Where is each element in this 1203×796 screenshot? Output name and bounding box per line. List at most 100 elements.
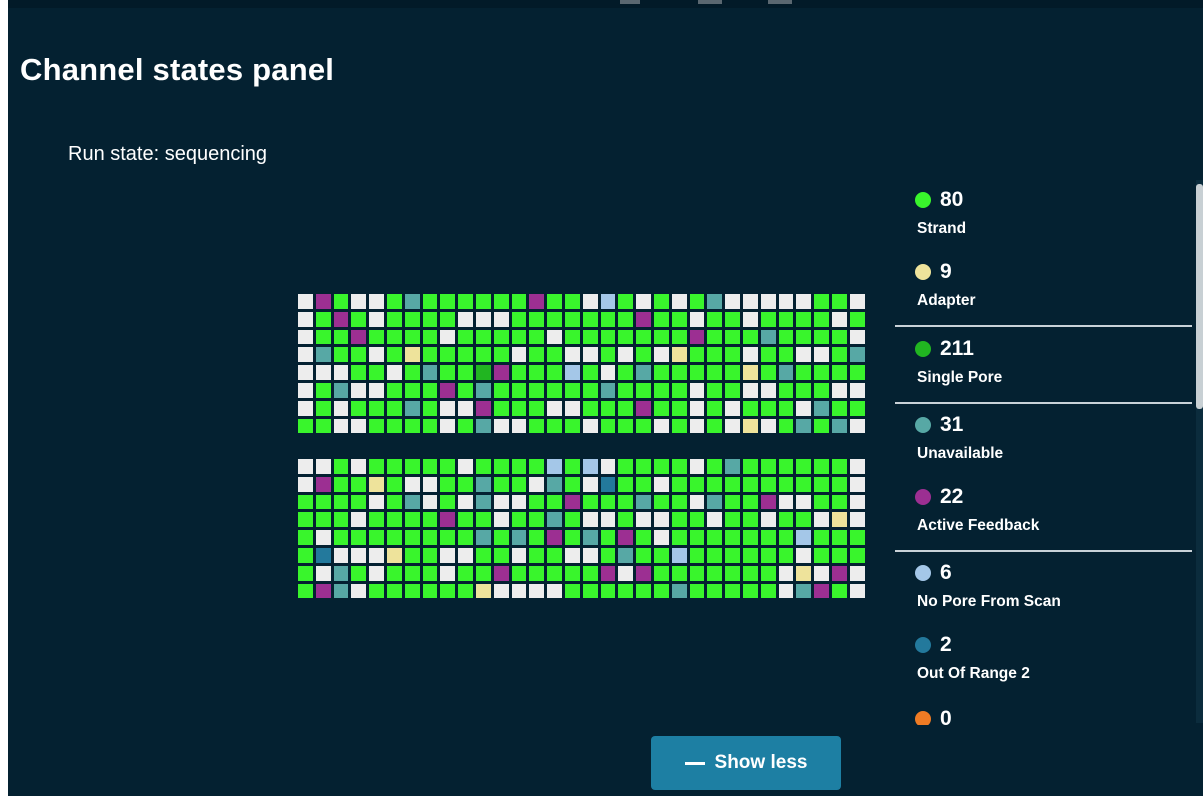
channel-cell[interactable] — [742, 329, 758, 345]
channel-cell[interactable] — [547, 512, 562, 528]
channel-cell[interactable] — [725, 365, 740, 380]
channel-cell[interactable] — [386, 547, 402, 563]
channel-cell[interactable] — [458, 400, 473, 416]
channel-cell[interactable] — [849, 347, 865, 363]
channel-cell[interactable] — [760, 530, 776, 545]
channel-cell[interactable] — [404, 583, 420, 599]
channel-cell[interactable] — [653, 459, 669, 474]
channel-cell[interactable] — [636, 311, 651, 327]
channel-cell[interactable] — [831, 382, 847, 398]
channel-cell[interactable] — [814, 329, 829, 345]
channel-cell[interactable] — [689, 400, 705, 416]
channel-cell[interactable] — [386, 400, 402, 416]
channel-cell[interactable] — [529, 382, 545, 398]
channel-cell[interactable] — [493, 547, 509, 563]
channel-cell[interactable] — [404, 311, 420, 327]
channel-cell[interactable] — [511, 547, 527, 563]
channel-cell[interactable] — [529, 347, 545, 363]
channel-cell[interactable] — [404, 400, 420, 416]
channel-cell[interactable] — [422, 294, 438, 309]
channel-cell[interactable] — [404, 418, 420, 434]
channel-cell[interactable] — [582, 530, 598, 545]
channel-cell[interactable] — [298, 512, 313, 528]
channel-cell[interactable] — [636, 530, 651, 545]
channel-cell[interactable] — [333, 494, 349, 510]
channel-cell[interactable] — [333, 530, 349, 545]
channel-cell[interactable] — [582, 418, 598, 434]
channel-cell[interactable] — [689, 382, 705, 398]
channel-cell[interactable] — [778, 294, 794, 309]
channel-cell[interactable] — [529, 329, 545, 345]
channel-cell[interactable] — [493, 476, 509, 492]
channel-cell[interactable] — [511, 400, 527, 416]
channel-cell[interactable] — [582, 459, 598, 474]
channel-cell[interactable] — [814, 382, 829, 398]
channel-cell[interactable] — [636, 329, 651, 345]
channel-cell[interactable] — [582, 476, 598, 492]
channel-cell[interactable] — [742, 365, 758, 380]
channel-cell[interactable] — [849, 459, 865, 474]
channel-cell[interactable] — [564, 347, 580, 363]
channel-cell[interactable] — [849, 583, 865, 599]
channel-cell[interactable] — [689, 530, 705, 545]
channel-cell[interactable] — [796, 418, 812, 434]
channel-cell[interactable] — [475, 459, 491, 474]
channel-cell[interactable] — [760, 547, 776, 563]
channel-cell[interactable] — [422, 583, 438, 599]
channel-cell[interactable] — [707, 530, 723, 545]
channel-cell[interactable] — [564, 459, 580, 474]
channel-cell[interactable] — [386, 476, 402, 492]
channel-cell[interactable] — [600, 476, 616, 492]
channel-cell[interactable] — [404, 547, 420, 563]
channel-cell[interactable] — [315, 400, 331, 416]
channel-cell[interactable] — [458, 365, 473, 380]
channel-cell[interactable] — [707, 347, 723, 363]
channel-cell[interactable] — [796, 347, 812, 363]
channel-cell[interactable] — [547, 382, 562, 398]
channel-cell[interactable] — [831, 530, 847, 545]
channel-cell[interactable] — [653, 329, 669, 345]
channel-cell[interactable] — [796, 547, 812, 563]
channel-cell[interactable] — [636, 418, 651, 434]
show-less-button[interactable]: Show less — [651, 736, 841, 790]
channel-cell[interactable] — [458, 311, 473, 327]
channel-cell[interactable] — [636, 512, 651, 528]
channel-cell[interactable] — [369, 365, 384, 380]
channel-cell[interactable] — [778, 512, 794, 528]
channel-cell[interactable] — [298, 530, 313, 545]
channel-cell[interactable] — [564, 476, 580, 492]
channel-cell[interactable] — [618, 294, 634, 309]
channel-cell[interactable] — [404, 382, 420, 398]
channel-cell[interactable] — [333, 365, 349, 380]
channel-cell[interactable] — [475, 512, 491, 528]
channel-cell[interactable] — [493, 347, 509, 363]
channel-cell[interactable] — [564, 565, 580, 581]
channel-cell[interactable] — [440, 400, 456, 416]
channel-cell[interactable] — [333, 400, 349, 416]
channel-cell[interactable] — [422, 347, 438, 363]
channel-cell[interactable] — [849, 530, 865, 545]
channel-cell[interactable] — [725, 347, 740, 363]
channel-cell[interactable] — [386, 418, 402, 434]
channel-cell[interactable] — [511, 530, 527, 545]
channel-cell[interactable] — [564, 294, 580, 309]
channel-cell[interactable] — [315, 530, 331, 545]
channel-cell[interactable] — [778, 311, 794, 327]
channel-cell[interactable] — [422, 512, 438, 528]
channel-cell[interactable] — [351, 294, 367, 309]
channel-cell[interactable] — [440, 494, 456, 510]
channel-cell[interactable] — [778, 329, 794, 345]
channel-cell[interactable] — [778, 382, 794, 398]
channel-cell[interactable] — [404, 365, 420, 380]
channel-cell[interactable] — [831, 400, 847, 416]
channel-cell[interactable] — [475, 347, 491, 363]
channel-cell[interactable] — [475, 547, 491, 563]
channel-cell[interactable] — [636, 459, 651, 474]
channel-cell[interactable] — [564, 311, 580, 327]
channel-cell[interactable] — [529, 294, 545, 309]
channel-cell[interactable] — [582, 583, 598, 599]
channel-cell[interactable] — [849, 311, 865, 327]
channel-cell[interactable] — [564, 494, 580, 510]
channel-cell[interactable] — [653, 530, 669, 545]
channel-cell[interactable] — [369, 329, 384, 345]
